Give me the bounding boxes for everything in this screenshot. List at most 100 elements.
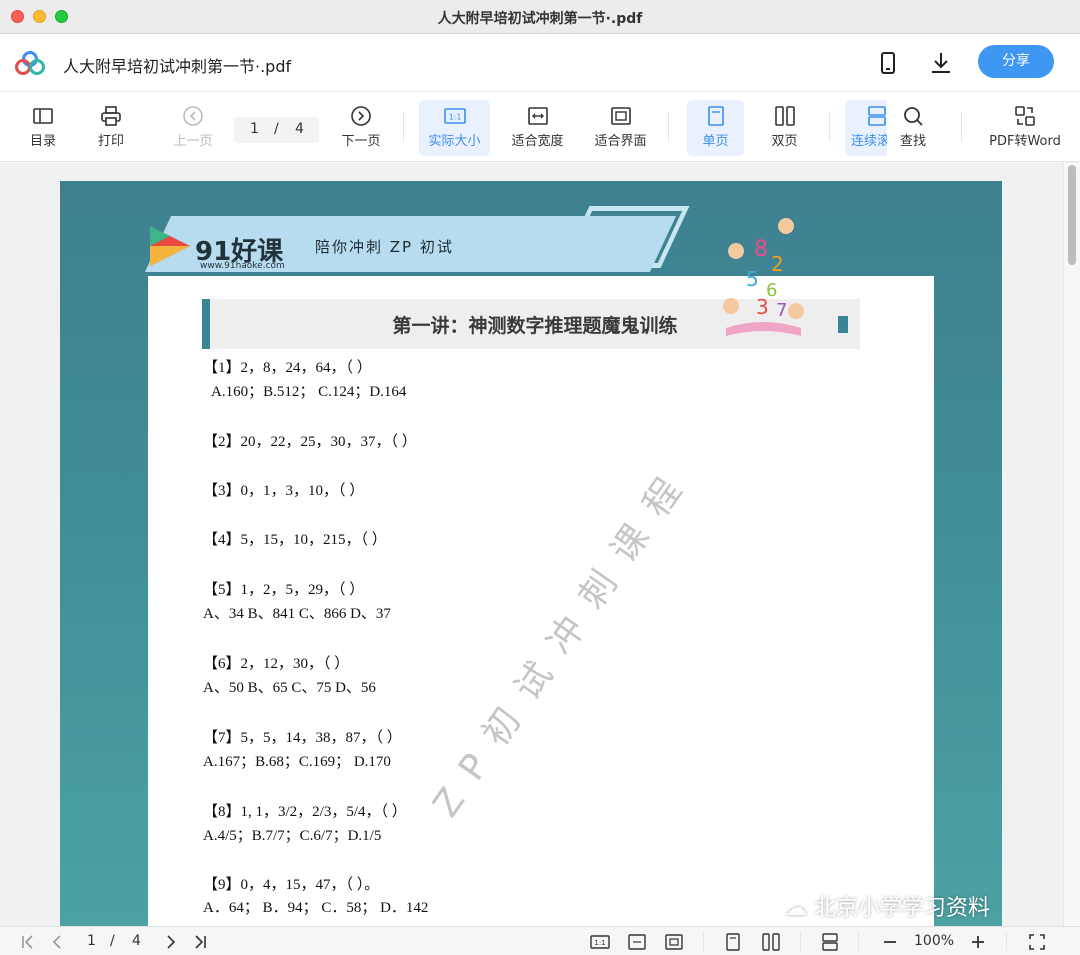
zoom-in-icon[interactable] — [968, 932, 988, 952]
toolbar: 目录 打印 上一页 1 / 4 下一页 1:1 实际大小 适合宽度 适合界面 单… — [0, 92, 1080, 162]
zoom-level: 100% — [914, 933, 955, 949]
mobile-icon[interactable] — [875, 50, 901, 76]
fit-width-label: 适合宽度 — [511, 134, 564, 149]
bottom-page-total: 4 — [132, 933, 141, 949]
answer-options-6: A、50 B、65 C、75 D、56 — [203, 680, 376, 696]
page-current: 1 — [250, 121, 259, 137]
double-page-label: 双页 — [771, 134, 798, 149]
fit-window-button[interactable]: 适合界面 — [588, 100, 653, 156]
svg-text:3: 3 — [756, 295, 769, 319]
fit-window-icon — [610, 107, 631, 125]
question-7: 【7】5，5，14，38，87，（ ） — [203, 730, 402, 746]
pdf-to-word-label: PDF转Word — [989, 134, 1061, 149]
download-icon[interactable] — [928, 50, 954, 76]
single-page-icon[interactable] — [723, 932, 743, 952]
svg-text:1:1: 1:1 — [448, 113, 461, 122]
chevron-left-icon[interactable] — [47, 932, 67, 952]
question-5: 【5】1，2，5，29，（ ） — [203, 582, 365, 598]
toc-button[interactable]: 目录 — [18, 100, 68, 156]
brand-tagline: 陪你冲刺 ZP 初试 — [315, 238, 454, 256]
print-button[interactable]: 打印 — [86, 100, 136, 156]
fit-window-label: 适合界面 — [594, 134, 647, 149]
fullscreen-icon[interactable] — [1027, 932, 1047, 952]
document-viewer[interactable]: 91好课 www.91haoke.com 陪你冲刺 ZP 初试 第一讲：神测数字… — [0, 163, 1063, 926]
actual-size-button[interactable]: 1:1 实际大小 — [419, 100, 490, 156]
single-page-icon — [707, 106, 724, 126]
toolbar-divider — [668, 112, 669, 142]
question-9: 【9】0，4，15，47，（ ）。 — [203, 877, 380, 893]
wechat-icon: ☁ — [785, 896, 807, 921]
pdf-content-sheet: 第一讲：神测数字推理题魔鬼训练 8 2 5 6 3 7 【1】2，8，24，64… — [148, 218, 934, 926]
actual-size-icon[interactable]: 1:1 — [590, 932, 610, 952]
question-4: 【4】5，15，10，215，（ ） — [203, 532, 387, 548]
wechat-account-label: 北京小学学习资料 — [814, 896, 991, 921]
toolbar-divider — [403, 112, 404, 142]
title-bar: 人大附早培初试冲刺第一节·.pdf — [0, 0, 1080, 34]
single-page-label: 单页 — [702, 134, 729, 149]
brand-url: www.91haoke.com — [200, 261, 285, 271]
actual-size-label: 实际大小 — [428, 134, 481, 149]
question-8: 【8】1, 1，3/2，2/3，5/4，（ ） — [203, 804, 407, 820]
continuous-scroll-icon[interactable] — [820, 932, 840, 952]
bottom-status-bar: 1 / 4 1:1 100% — [0, 926, 1080, 955]
continuous-scroll-icon — [868, 106, 886, 126]
printer-icon — [101, 106, 121, 126]
question-2: 【2】20，22，25，30，37，（ ） — [203, 434, 417, 450]
share-button[interactable]: 分享 — [978, 45, 1054, 78]
bottom-page-separator: / — [110, 933, 115, 949]
last-page-icon[interactable] — [190, 932, 210, 952]
double-page-icon — [774, 106, 795, 126]
question-1: 【1】2，8，24，64，（ ） — [203, 360, 372, 376]
svg-text:5: 5 — [746, 267, 759, 291]
first-page-icon[interactable] — [18, 932, 38, 952]
convert-icon — [1015, 106, 1035, 126]
zoom-out-icon[interactable] — [880, 932, 900, 952]
bottombar-divider — [800, 932, 801, 951]
continuous-label: 连续滚 — [851, 134, 887, 149]
prev-page-button[interactable]: 上一页 — [165, 100, 221, 156]
prev-label: 上一页 — [173, 134, 213, 149]
sidebar-icon — [33, 108, 53, 124]
pdf-to-word-button[interactable]: PDF转Word — [982, 100, 1068, 156]
fit-window-icon[interactable] — [664, 932, 684, 952]
svg-text:7: 7 — [776, 300, 787, 321]
continuous-scroll-button[interactable]: 连续滚 — [845, 100, 887, 156]
fit-width-button[interactable]: 适合宽度 — [505, 100, 570, 156]
answer-options-8: A.4/5；B.7/7；C.6/7；D.1/5 — [203, 828, 382, 844]
pdf-page: 91好课 www.91haoke.com 陪你冲刺 ZP 初试 第一讲：神测数字… — [60, 181, 1002, 926]
bottombar-divider — [1006, 932, 1007, 951]
next-label: 下一页 — [341, 134, 381, 149]
kids-numbers-illustration: 8 2 5 6 3 7 — [723, 218, 804, 336]
search-icon — [904, 107, 923, 126]
toolbar-divider — [829, 112, 830, 142]
answer-options-1: A.160；B.512； C.124；D.164 — [211, 384, 407, 400]
double-page-icon[interactable] — [761, 932, 781, 952]
double-page-button[interactable]: 双页 — [756, 100, 813, 156]
toc-label: 目录 — [29, 134, 56, 149]
answer-options-7: A.167；B.68；C.169； D.170 — [203, 754, 391, 770]
svg-text:8: 8 — [754, 237, 768, 262]
single-page-button[interactable]: 单页 — [687, 100, 744, 156]
scrollbar-thumb[interactable] — [1068, 165, 1076, 265]
print-label: 打印 — [97, 134, 124, 149]
chevron-left-circle-icon — [183, 106, 203, 126]
app-header: 人大附早培初试冲刺第一节·.pdf 分享 — [0, 34, 1080, 92]
chevron-right-icon[interactable] — [161, 932, 181, 952]
answer-options-5: A、34 B、841 C、866 D、37 — [203, 606, 391, 622]
watermark-text: ZP初试冲刺课程 — [425, 455, 702, 825]
fit-width-icon — [527, 107, 548, 125]
bottombar-divider — [703, 932, 704, 951]
actual-size-icon: 1:1 — [443, 108, 466, 124]
svg-text:2: 2 — [771, 252, 784, 276]
next-page-button[interactable]: 下一页 — [333, 100, 389, 156]
window-title: 人大附早培初试冲刺第一节·.pdf — [437, 11, 643, 27]
document-title: 人大附早培初试冲刺第一节·.pdf — [63, 57, 292, 76]
fit-width-icon[interactable] — [627, 932, 647, 952]
wechat-watermark: ☁ 北京小学学习资料 — [785, 890, 990, 922]
page-total: 4 — [295, 121, 304, 137]
bottom-page-current[interactable]: 1 — [87, 933, 96, 949]
find-button[interactable]: 查找 — [887, 100, 939, 156]
vertical-scrollbar[interactable] — [1063, 163, 1080, 926]
heading-square-decoration — [838, 316, 848, 333]
page-number-input[interactable]: 1 / 4 — [234, 117, 319, 143]
